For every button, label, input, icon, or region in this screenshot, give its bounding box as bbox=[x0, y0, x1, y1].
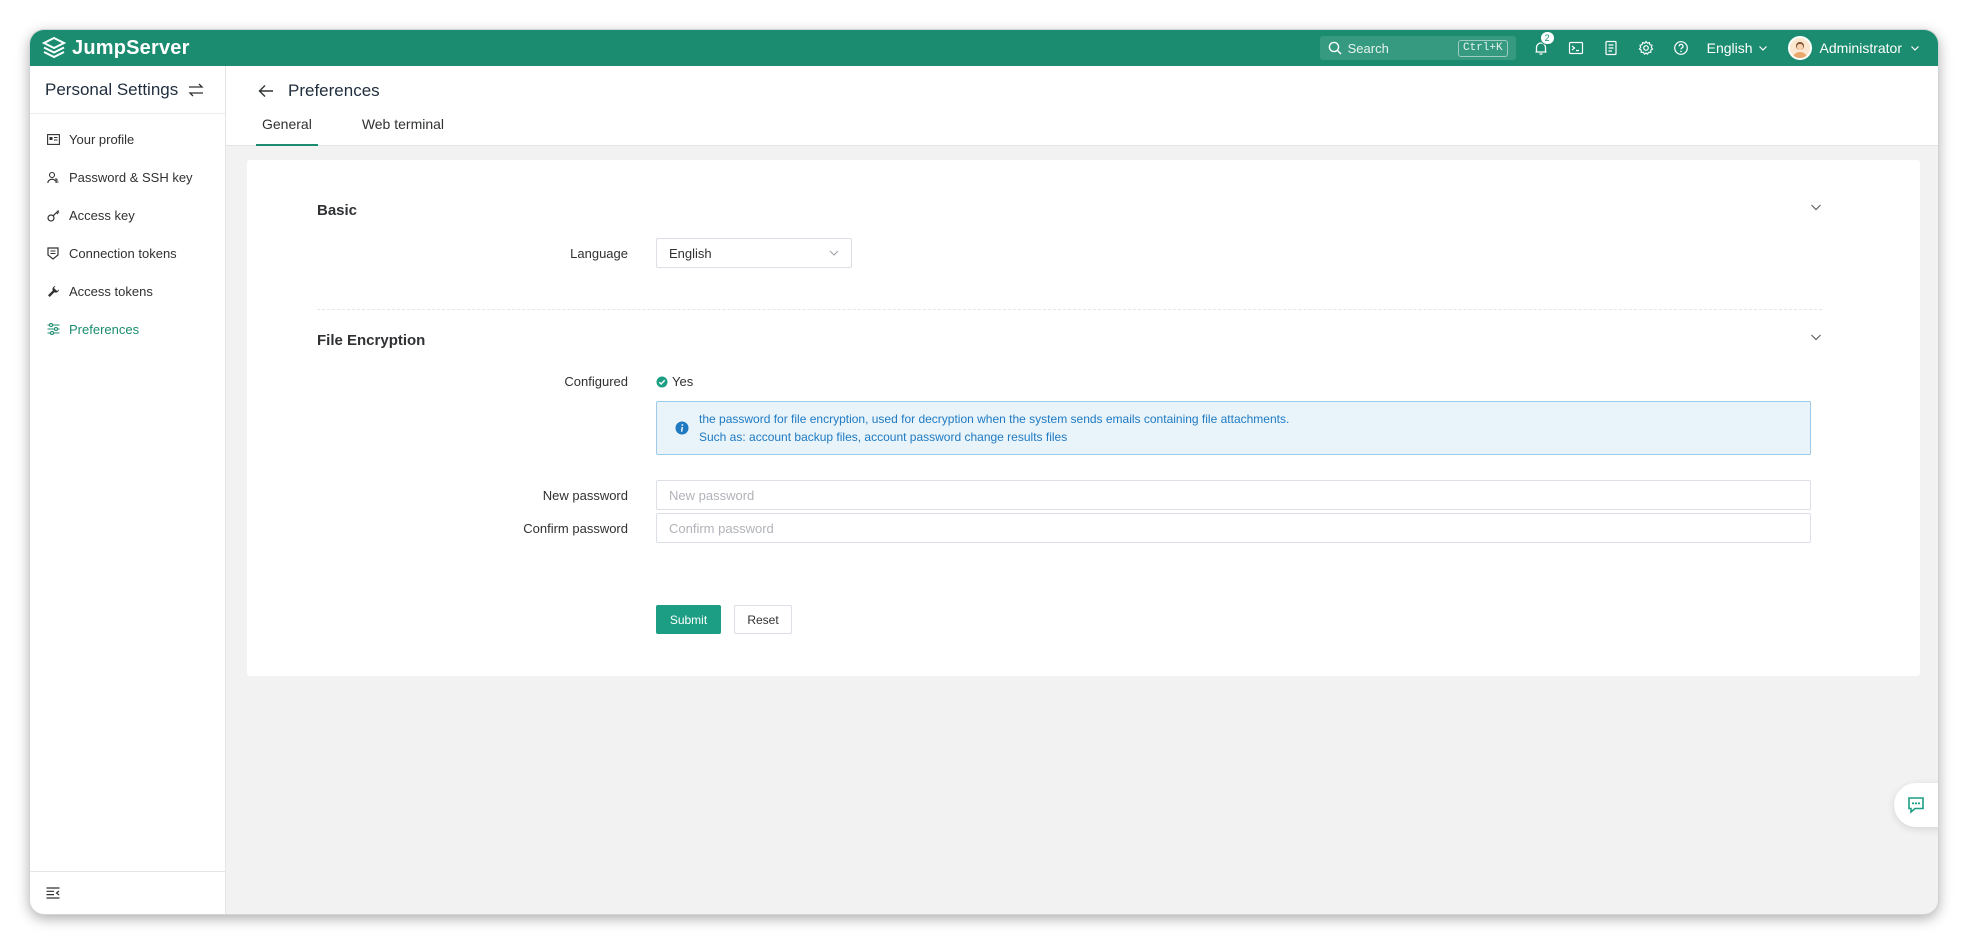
new-password-field[interactable] bbox=[656, 480, 1811, 510]
jumpserver-logo-icon bbox=[42, 36, 66, 59]
search-placeholder: Search bbox=[1347, 40, 1389, 56]
sidebar-item-label: Password & SSH key bbox=[69, 169, 193, 185]
configured-field-label: Configured bbox=[564, 374, 628, 389]
language-label: English bbox=[1706, 40, 1753, 56]
tickets-button[interactable] bbox=[1602, 39, 1620, 57]
sidebar-item-label: Preferences bbox=[69, 321, 140, 337]
user-key-icon bbox=[46, 170, 60, 184]
user-name: Administrator bbox=[1819, 40, 1902, 56]
help-button[interactable] bbox=[1672, 39, 1690, 57]
submit-button[interactable]: Submit bbox=[656, 605, 721, 634]
sidebar-item-label: Your profile bbox=[69, 131, 135, 147]
chevron-down-icon[interactable] bbox=[1810, 332, 1822, 342]
tab-web-terminal[interactable]: Web terminal bbox=[356, 114, 450, 146]
page-title: Preferences bbox=[258, 81, 380, 101]
configured-value: Yes bbox=[672, 374, 694, 389]
language-select-value: English bbox=[669, 245, 712, 261]
tab-general[interactable]: General bbox=[256, 114, 318, 146]
collapse-menu-icon bbox=[46, 887, 60, 899]
sidebar-item-password-ssh-key[interactable]: Password & SSH key bbox=[30, 158, 225, 196]
user-avatar-icon bbox=[1792, 42, 1807, 58]
avatar bbox=[1787, 36, 1812, 60]
sidebar-item-label: Connection tokens bbox=[69, 245, 177, 261]
confirm-password-label: Confirm password bbox=[523, 521, 628, 536]
info-alert-text: the password for file encryption, used f… bbox=[699, 410, 1289, 446]
configured-status: Yes bbox=[656, 374, 693, 389]
notification-badge: 2 bbox=[1539, 31, 1555, 45]
document-icon bbox=[1605, 40, 1617, 56]
app-window: JumpServer Search Ctrl+K 2 English Admin… bbox=[30, 30, 1938, 914]
chevron-down-icon[interactable] bbox=[1810, 202, 1822, 212]
language-switcher[interactable]: English bbox=[1707, 40, 1768, 56]
shield-icon bbox=[46, 246, 60, 260]
chat-assistant-button[interactable] bbox=[1894, 783, 1938, 827]
chat-bubble-icon bbox=[1908, 797, 1924, 814]
page-title-text: Preferences bbox=[288, 81, 380, 100]
global-search[interactable]: Search Ctrl+K bbox=[1319, 36, 1516, 60]
user-menu[interactable]: Administrator bbox=[1787, 36, 1920, 60]
language-select[interactable]: English bbox=[656, 238, 852, 268]
sidebar-item-access-tokens[interactable]: Access tokens bbox=[30, 272, 225, 310]
web-terminal-button[interactable] bbox=[1567, 39, 1585, 57]
search-shortcut: Ctrl+K bbox=[1458, 39, 1508, 57]
wrench-icon bbox=[46, 284, 60, 298]
help-icon bbox=[1673, 41, 1688, 55]
search-icon bbox=[1328, 41, 1342, 55]
sidebar-title: Personal Settings bbox=[45, 79, 179, 99]
sidebar-item-preferences[interactable]: Preferences bbox=[30, 310, 225, 348]
sidebar-item-access-key[interactable]: Access key bbox=[30, 196, 225, 234]
sidebar: Personal Settings Your profile Password … bbox=[30, 66, 226, 914]
top-navbar: JumpServer Search Ctrl+K 2 English Admin… bbox=[30, 30, 1938, 66]
new-password-label: New password bbox=[542, 488, 628, 503]
key-icon bbox=[46, 208, 60, 222]
back-arrow-icon[interactable] bbox=[258, 84, 274, 98]
app-logo[interactable]: JumpServer bbox=[42, 36, 190, 60]
gear-icon bbox=[1638, 40, 1654, 56]
sidebar-menu: Your profile Password & SSH key Access k… bbox=[30, 114, 225, 348]
sidebar-item-connection-tokens[interactable]: Connection tokens bbox=[30, 234, 225, 272]
section-divider bbox=[317, 309, 1822, 310]
settings-button[interactable] bbox=[1637, 39, 1655, 57]
profile-card-icon bbox=[46, 132, 60, 146]
tab-bar: General Web terminal bbox=[256, 114, 488, 146]
notifications-button[interactable]: 2 bbox=[1532, 31, 1555, 57]
sidebar-item-your-profile[interactable]: Your profile bbox=[30, 120, 225, 158]
section-title-basic: Basic bbox=[317, 202, 358, 219]
top-actions: Search Ctrl+K 2 English Administrator bbox=[1319, 30, 1920, 66]
sidebar-item-label: Access tokens bbox=[69, 283, 153, 299]
info-alert-line: Such as: account backup files, account p… bbox=[699, 430, 1068, 444]
app-name: JumpServer bbox=[72, 36, 190, 59]
confirm-password-field[interactable] bbox=[656, 513, 1811, 543]
info-alert-line: the password for file encryption, used f… bbox=[699, 412, 1290, 426]
chevron-down-icon bbox=[1758, 46, 1767, 51]
chevron-down-icon bbox=[1911, 46, 1919, 51]
info-icon bbox=[675, 421, 689, 435]
sliders-icon bbox=[46, 322, 60, 336]
sidebar-item-label: Access key bbox=[69, 207, 135, 223]
chevron-down-icon bbox=[829, 250, 839, 256]
sidebar-header: Personal Settings bbox=[30, 66, 225, 114]
language-field-label: Language bbox=[570, 246, 628, 261]
terminal-icon bbox=[1568, 41, 1583, 55]
info-alert: the password for file encryption, used f… bbox=[656, 401, 1811, 455]
sidebar-collapse-toggle[interactable] bbox=[30, 871, 225, 914]
section-title-file-encryption: File Encryption bbox=[317, 332, 426, 349]
reset-button[interactable]: Reset bbox=[734, 605, 792, 634]
preferences-form-card: Basic Language English File Encryption C… bbox=[247, 160, 1920, 676]
content-header: Preferences General Web terminal bbox=[226, 66, 1938, 146]
switch-arrows-icon[interactable] bbox=[188, 83, 204, 97]
check-circle-icon bbox=[656, 376, 668, 387]
